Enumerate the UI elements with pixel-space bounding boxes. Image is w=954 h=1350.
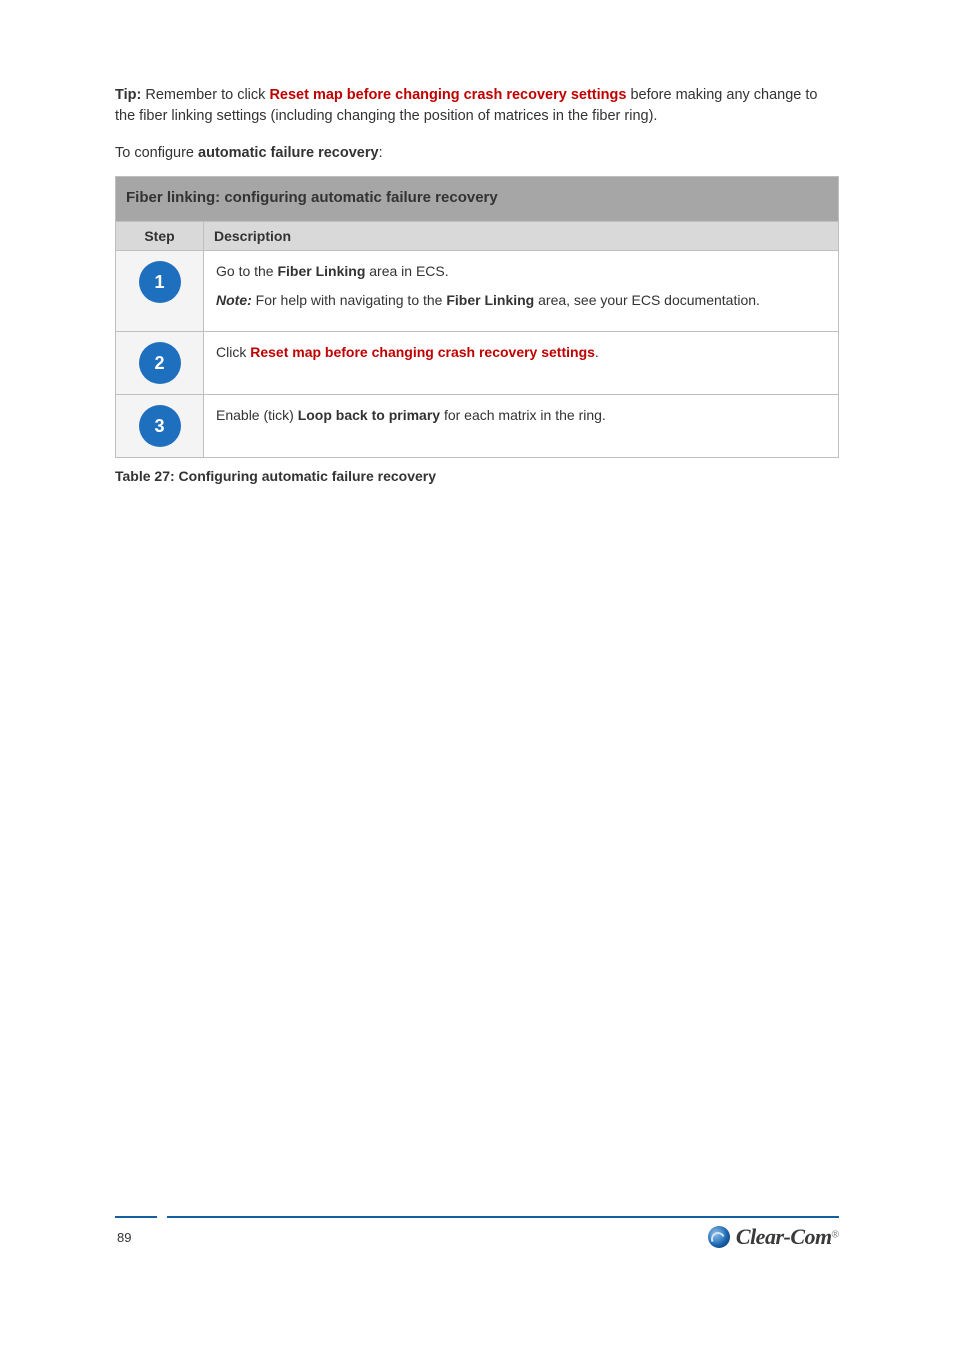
brand-logo: Clear-Com®	[708, 1224, 839, 1250]
page-number: 89	[115, 1230, 131, 1245]
row1-note-bold: Fiber Linking	[446, 292, 534, 308]
row1-p1-after: area in ECS.	[365, 263, 448, 279]
row1-p1-before: Go to the	[216, 263, 277, 279]
intro-text-before: Remember to click	[141, 87, 269, 103]
tip-label: Tip:	[115, 87, 141, 103]
step-cell: 2	[116, 332, 204, 395]
desc-cell: Go to the Fiber Linking area in ECS. Not…	[204, 251, 839, 332]
note-label: Note:	[216, 292, 252, 308]
desc-cell: Enable (tick) Loop back to primary for e…	[204, 395, 839, 458]
step-badge: 2	[139, 342, 181, 384]
step-cell: 3	[116, 395, 204, 458]
step-badge: 3	[139, 405, 181, 447]
table-row: 1 Go to the Fiber Linking area in ECS. N…	[116, 251, 839, 332]
brand-text: Clear-Com	[736, 1224, 832, 1249]
intro2-suffix: :	[379, 145, 383, 161]
row2-after: .	[595, 344, 599, 360]
page-footer: 89 Clear-Com®	[0, 1216, 954, 1250]
registered-mark: ®	[832, 1230, 839, 1241]
row2-red: Reset map before changing crash recovery…	[250, 344, 595, 360]
intro2-paragraph: To configure automatic failure recovery:	[115, 143, 839, 165]
row3-before: Enable (tick)	[216, 407, 298, 423]
table-row: 2 Click Reset map before changing crash …	[116, 332, 839, 395]
table-title: Fiber linking: configuring automatic fai…	[126, 189, 498, 206]
table-title-row: Fiber linking: configuring automatic fai…	[116, 177, 839, 222]
steps-table: Fiber linking: configuring automatic fai…	[115, 176, 839, 458]
row1-note-before: For help with navigating to the	[256, 292, 447, 308]
table-header-row: Step Description	[116, 222, 839, 251]
row1-note-after: area, see your ECS documentation.	[534, 292, 760, 308]
desc-cell: Click Reset map before changing crash re…	[204, 332, 839, 395]
intro-paragraph: Tip: Remember to click Reset map before …	[115, 85, 839, 129]
intro2-bold: automatic failure recovery	[198, 145, 379, 161]
row1-p1-bold: Fiber Linking	[277, 263, 365, 279]
step-badge: 1	[139, 261, 181, 303]
row2-before: Click	[216, 344, 250, 360]
intro-red-text: Reset map before changing crash recovery…	[269, 87, 626, 103]
table-caption: Table 27: Configuring automatic failure …	[115, 468, 839, 484]
step-cell: 1	[116, 251, 204, 332]
footer-rule	[115, 1216, 839, 1218]
intro2-prefix: To configure	[115, 145, 198, 161]
header-step: Step	[116, 222, 204, 251]
globe-icon	[708, 1226, 730, 1248]
row3-after: for each matrix in the ring.	[440, 407, 606, 423]
header-desc: Description	[204, 222, 839, 251]
row3-bold: Loop back to primary	[298, 407, 440, 423]
table-row: 3 Enable (tick) Loop back to primary for…	[116, 395, 839, 458]
